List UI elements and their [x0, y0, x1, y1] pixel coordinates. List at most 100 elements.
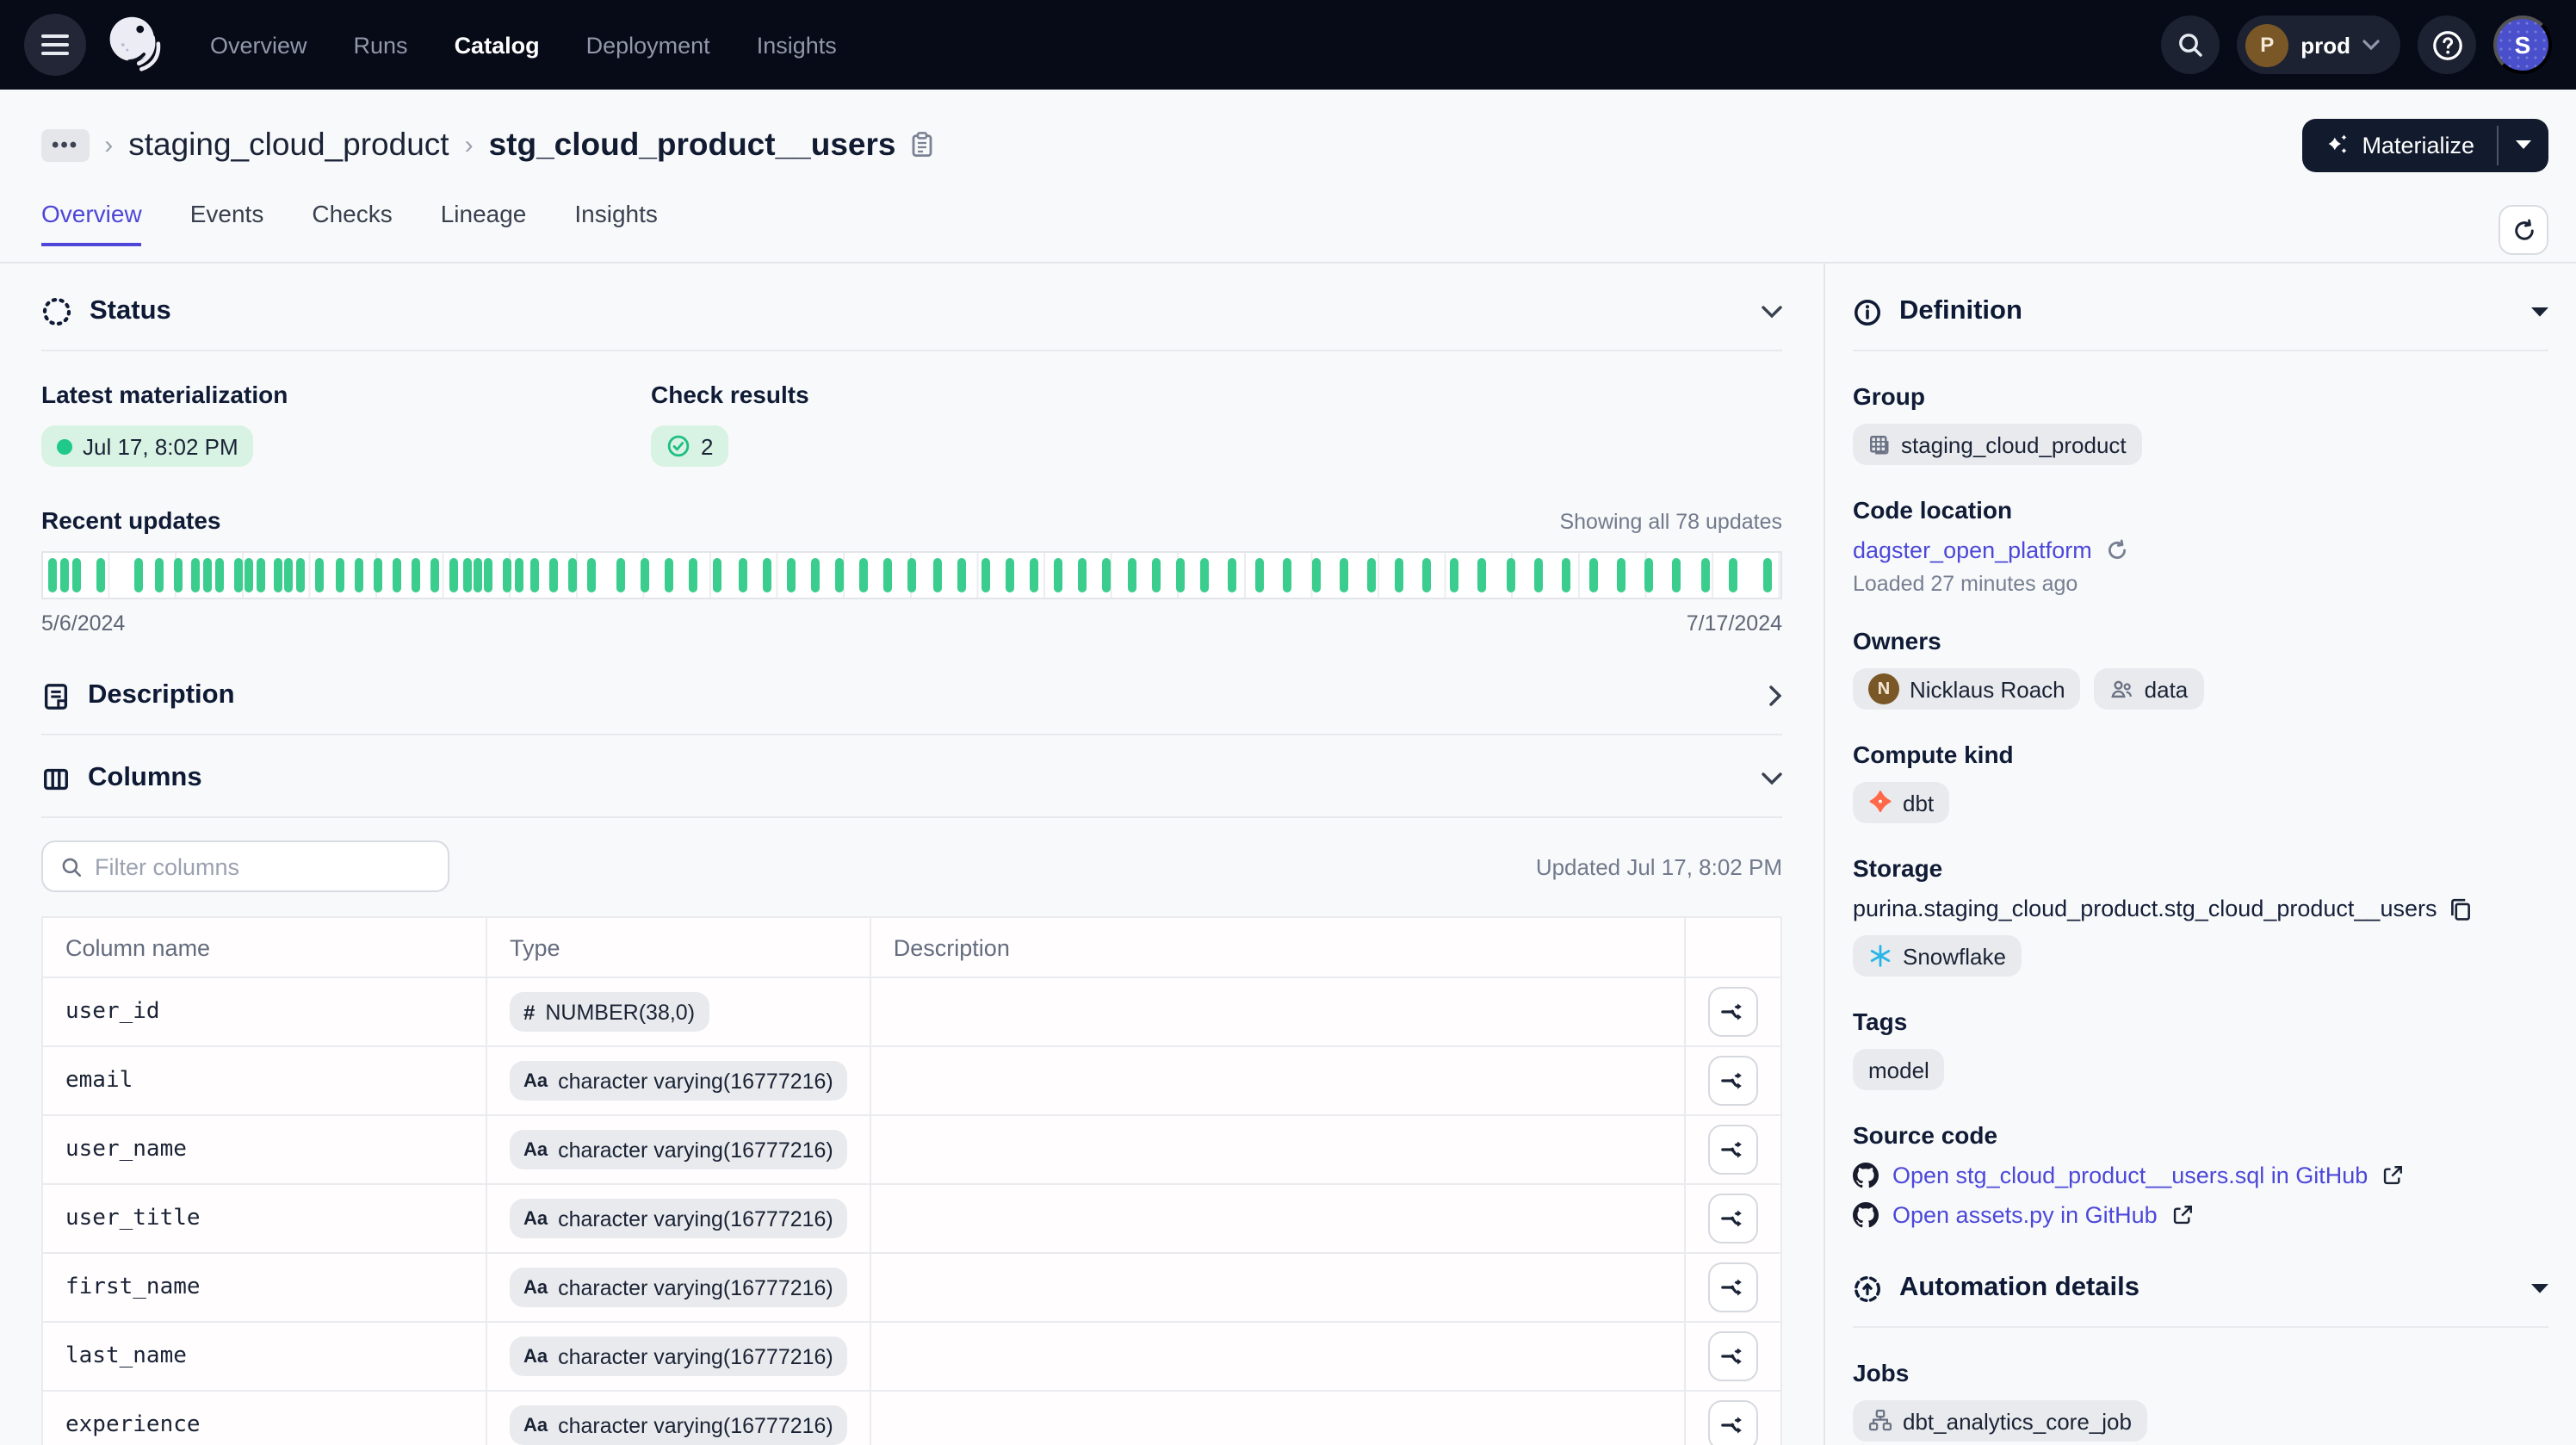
latest-materialization-pill[interactable]: Jul 17, 8:02 PM: [41, 425, 254, 467]
owner-avatar: N: [1868, 673, 1899, 704]
nav-overview[interactable]: Overview: [210, 32, 307, 58]
column-lineage-button[interactable]: [1708, 1125, 1758, 1175]
tab-lineage[interactable]: Lineage: [441, 200, 527, 246]
status-collapse-button[interactable]: [1762, 305, 1782, 319]
column-type-pill: #NUMBER(38,0): [510, 992, 709, 1032]
content-row: Status Latest materialization Jul 17, 8:…: [0, 264, 2576, 1445]
chevron-down-icon: [2362, 39, 2380, 51]
column-actions-header: [1685, 917, 1781, 977]
column-lineage-button[interactable]: [1708, 1262, 1758, 1312]
dagster-logo[interactable]: [103, 12, 169, 78]
tab-overview[interactable]: Overview: [41, 200, 142, 246]
column-type-pill: Aacharacter varying(16777216): [510, 1061, 847, 1101]
search-button[interactable]: [2161, 16, 2220, 74]
hamburger-menu-button[interactable]: [24, 14, 86, 76]
owner-team-pill[interactable]: data: [2095, 668, 2204, 710]
nav-deployment[interactable]: Deployment: [586, 32, 710, 58]
storage-platform-name: Snowflake: [1903, 943, 2006, 969]
breadcrumb-overflow-button[interactable]: •••: [41, 128, 89, 161]
tab-events[interactable]: Events: [190, 200, 264, 246]
check-results-count: 2: [701, 433, 713, 459]
columns-table: Column name Type Description user_id #NU…: [41, 916, 1782, 1445]
compute-kind-block: Compute kind dbt: [1853, 741, 2548, 823]
source-code-assets-link[interactable]: Open assets.py in GitHub: [1892, 1202, 2158, 1228]
storage-platform-pill[interactable]: Snowflake: [1853, 935, 2022, 977]
column-lineage-button[interactable]: [1708, 1331, 1758, 1381]
column-type-header: Type: [486, 917, 870, 977]
job-pill[interactable]: dbt_analytics_core_job: [1853, 1400, 2147, 1442]
storage-path-value: purina.staging_cloud_product.stg_cloud_p…: [1853, 896, 2437, 921]
dagster-asset-page: Overview Runs Catalog Deployment Insight…: [0, 0, 2576, 1445]
tab-checks[interactable]: Checks: [312, 200, 392, 246]
divider: [41, 350, 1782, 351]
code-location-label: Code location: [1853, 496, 2548, 524]
copy-storage-path-button[interactable]: [2449, 896, 2473, 921]
team-people-icon: [2110, 678, 2134, 700]
columns-table-header-row: Column name Type Description: [42, 917, 1781, 977]
column-type-pill: Aacharacter varying(16777216): [510, 1336, 847, 1376]
asset-tabs: Overview Events Checks Lineage Insights: [41, 200, 658, 245]
recent-updates-header: Recent updates Showing all 78 updates: [41, 506, 1782, 534]
definition-collapse-button[interactable]: [2531, 307, 2548, 317]
owners-label: Owners: [1853, 627, 2548, 654]
nav-runs[interactable]: Runs: [354, 32, 408, 58]
jobs-block: Jobs dbt_analytics_core_job: [1853, 1359, 2548, 1442]
description-expand-button[interactable]: [1768, 685, 1782, 706]
compute-kind-pill[interactable]: dbt: [1853, 782, 1949, 823]
automation-collapse-button[interactable]: [2531, 1283, 2548, 1293]
code-location-link[interactable]: dagster_open_platform: [1853, 537, 2092, 563]
storage-block: Storage purina.staging_cloud_product.stg…: [1853, 854, 2548, 977]
chevron-right-icon: [1768, 685, 1782, 706]
tag-pill[interactable]: model: [1853, 1049, 1945, 1090]
columns-table-body: user_id #NUMBER(38,0) email Aacharacter …: [42, 977, 1781, 1445]
table-row: last_name Aacharacter varying(16777216): [42, 1322, 1781, 1391]
external-link-icon: [2381, 1164, 2404, 1187]
columns-toolbar: Updated Jul 17, 8:02 PM: [41, 840, 1782, 892]
column-description-cell: [870, 1253, 1685, 1322]
nav-insights[interactable]: Insights: [757, 32, 837, 58]
source-code-sql-link[interactable]: Open stg_cloud_product__users.sql in Git…: [1892, 1163, 2368, 1188]
environment-name: prod: [2300, 32, 2350, 58]
column-lineage-button[interactable]: [1708, 1056, 1758, 1106]
refresh-definition-button[interactable]: [2499, 205, 2548, 255]
column-description-cell: [870, 977, 1685, 1046]
text-type-icon: Aa: [523, 1346, 548, 1367]
github-icon: [1853, 1202, 1879, 1228]
column-lineage-icon: [1720, 1068, 1746, 1094]
sparkle-icon: [2324, 132, 2350, 158]
definition-sidebar: Definition Group: [1825, 264, 2576, 1445]
recent-updates-label: Recent updates: [41, 506, 221, 534]
source-code-label: Source code: [1853, 1121, 2548, 1149]
environment-avatar: P: [2245, 23, 2288, 66]
columns-collapse-button[interactable]: [1762, 772, 1782, 785]
breadcrumb-group-link[interactable]: staging_cloud_product: [128, 126, 449, 164]
group-pill[interactable]: staging_cloud_product: [1853, 424, 2142, 465]
nav-catalog[interactable]: Catalog: [455, 32, 540, 58]
column-lineage-button[interactable]: [1708, 1400, 1758, 1445]
overview-main-column: Status Latest materialization Jul 17, 8:…: [0, 264, 1825, 1445]
reload-code-location-button[interactable]: [2106, 539, 2128, 561]
code-location-loaded-time: Loaded 27 minutes ago: [1853, 572, 2548, 596]
group-name: staging_cloud_product: [1901, 431, 2127, 457]
recent-updates-timeline[interactable]: [41, 551, 1782, 599]
latest-materialization-cell: Latest materialization Jul 17, 8:02 PM: [41, 381, 651, 467]
column-lineage-icon: [1720, 1206, 1746, 1231]
text-type-icon: Aa: [523, 1415, 548, 1436]
external-link-icon: [2171, 1204, 2194, 1226]
tab-insights[interactable]: Insights: [574, 200, 658, 246]
help-button[interactable]: [2418, 16, 2476, 74]
user-avatar[interactable]: S: [2493, 16, 2552, 74]
check-results-pill[interactable]: 2: [651, 425, 728, 467]
number-type-icon: #: [523, 1000, 535, 1024]
column-lineage-button[interactable]: [1708, 1194, 1758, 1243]
environment-switcher[interactable]: P prod: [2237, 16, 2400, 74]
code-location-block: Code location dagster_open_platform Load…: [1853, 496, 2548, 596]
materialize-button[interactable]: Materialize: [2301, 118, 2497, 171]
timeline-date-range: 5/6/2024 7/17/2024: [41, 611, 1782, 636]
copy-asset-name-button[interactable]: [909, 131, 935, 158]
owner-name: Nicklaus Roach: [1910, 676, 2065, 702]
owner-user-pill[interactable]: N Nicklaus Roach: [1853, 668, 2081, 710]
filter-columns-input[interactable]: [95, 853, 430, 879]
column-lineage-button[interactable]: [1708, 987, 1758, 1037]
materialize-dropdown-button[interactable]: [2499, 118, 2548, 171]
